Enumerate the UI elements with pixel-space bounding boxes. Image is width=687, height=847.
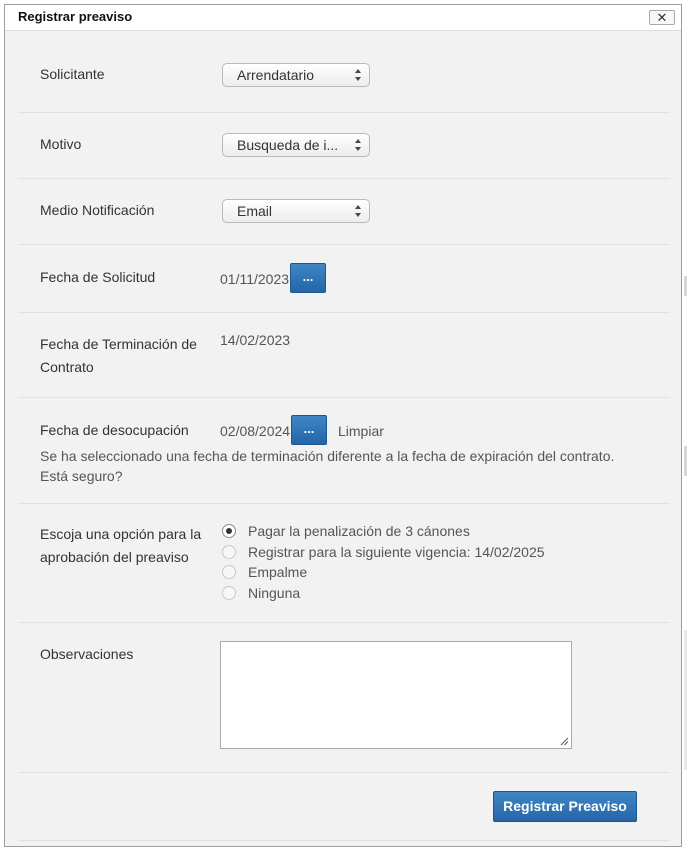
select-arrows-icon	[355, 205, 362, 217]
resize-handle-icon[interactable]	[560, 737, 569, 746]
label-aprobacion-line1: Escoja una opción para la	[40, 526, 202, 542]
motivo-select[interactable]: Busqueda de i...	[222, 133, 370, 157]
close-icon: ✕	[656, 10, 668, 25]
select-arrows-icon	[355, 139, 362, 151]
label-fecha-terminacion-line2: Contrato	[40, 359, 94, 375]
radio-button[interactable]	[222, 586, 236, 600]
radio-label: Ninguna	[248, 585, 301, 601]
radio-button[interactable]	[222, 545, 236, 559]
motivo-selected-value: Busqueda de i...	[237, 137, 339, 153]
label-solicitante: Solicitante	[40, 66, 105, 82]
solicitante-select[interactable]: Arrendatario	[222, 63, 370, 87]
limpiar-link[interactable]: Limpiar	[338, 423, 384, 439]
label-fecha-desocupacion: Fecha de desocupación	[40, 422, 189, 438]
label-fecha-solicitud: Fecha de Solicitud	[40, 269, 156, 285]
label-motivo: Motivo	[40, 136, 82, 152]
radio-label: Pagar la penalización de 3 cánones	[248, 523, 470, 539]
radio-button-checked[interactable]	[222, 524, 236, 538]
row-solicitante: Solicitante Arrendatario	[18, 31, 670, 113]
fecha-terminacion-value: 14/02/2023	[220, 332, 291, 348]
row-fecha-solicitud: Fecha de Solicitud 01/11/2023 ...	[18, 245, 670, 313]
label-fecha-terminacion-line1: Fecha de Terminación de	[40, 336, 197, 352]
fecha-desocupacion-picker-button[interactable]: ...	[291, 415, 327, 445]
solicitante-selected-value: Arrendatario	[237, 67, 315, 83]
fecha-desocupacion-value: 02/08/2024	[220, 423, 291, 439]
medio-notificacion-select[interactable]: Email	[222, 199, 370, 223]
registrar-preaviso-dialog: Registrar preaviso ✕ Solicitante Arrenda…	[4, 4, 682, 847]
radio-button[interactable]	[222, 565, 236, 579]
observaciones-textarea[interactable]	[220, 641, 572, 749]
select-arrows-icon	[355, 69, 362, 81]
dialog-titlebar: Registrar preaviso ✕	[5, 5, 681, 31]
radio-label: Empalme	[248, 564, 308, 580]
registrar-preaviso-button[interactable]: Registrar Preaviso	[493, 791, 637, 822]
row-fecha-terminacion: Fecha de Terminación de Contrato 14/02/2…	[18, 313, 670, 398]
row-actions: Registrar Preaviso	[18, 773, 670, 841]
row-observaciones: Observaciones	[18, 623, 670, 773]
label-aprobacion-line2: aprobación del preaviso	[40, 549, 189, 565]
fecha-solicitud-value: 01/11/2023	[220, 271, 290, 287]
medio-selected-value: Email	[237, 203, 273, 219]
row-medio-notificacion: Medio Notificación Email	[18, 179, 670, 245]
fecha-solicitud-picker-button[interactable]: ...	[290, 263, 326, 293]
label-observaciones: Observaciones	[40, 646, 134, 662]
label-medio-notificacion: Medio Notificación	[40, 202, 155, 218]
row-aprobacion: Escoja una opción para la aprobación del…	[18, 504, 670, 623]
fecha-warning-message: Se ha seleccionado una fecha de terminac…	[40, 448, 615, 484]
row-fecha-desocupacion: Fecha de desocupación 02/08/2024 ... Lim…	[18, 398, 670, 504]
row-motivo: Motivo Busqueda de i...	[18, 113, 670, 179]
dialog-title: Registrar preaviso	[18, 9, 133, 24]
close-button[interactable]: ✕	[649, 10, 675, 25]
radio-label: Registrar para la siguiente vigencia: 14…	[248, 544, 545, 560]
